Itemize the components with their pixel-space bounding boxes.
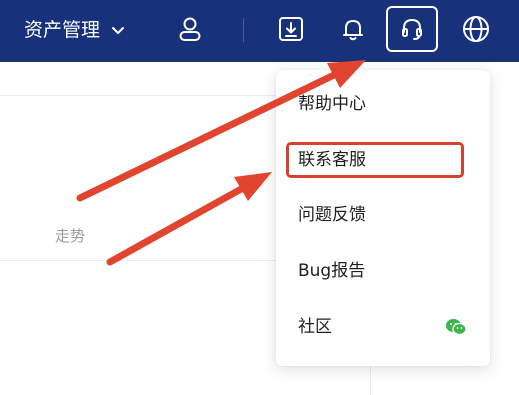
arrow-to-contact-support (106, 172, 272, 266)
arrow-to-headset-icon (76, 60, 366, 202)
annotation-arrows (76, 60, 366, 266)
